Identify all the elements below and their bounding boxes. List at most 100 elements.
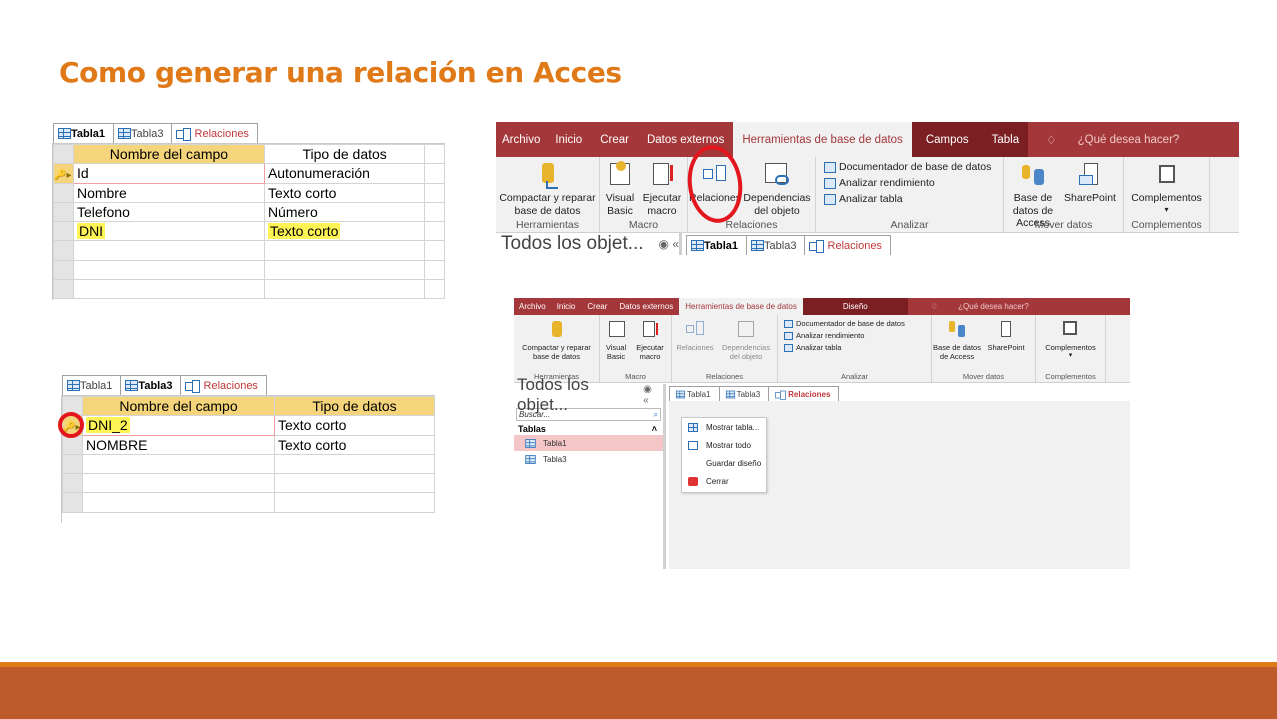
tab-relaciones[interactable]: Relaciones [180,375,267,395]
table-row[interactable]: Telefono Número [53,201,445,223]
group-macro: Visual Basic Ejecutar macro Macro [600,157,688,232]
field-name-cell[interactable]: DNI_2 [81,415,275,436]
relationships-icon [686,319,704,341]
tab-datos-externos[interactable]: Datos externos [613,298,679,315]
data-type-cell[interactable]: Número [263,201,426,223]
annotation-circle-key [58,412,84,438]
tab-herramientas[interactable]: Herramientas de base de datos [733,122,912,157]
documenter-button[interactable]: Documentador de base de datos [824,161,991,173]
analyze-performance-button[interactable]: Analizar rendimiento [784,331,864,340]
visual-basic-button[interactable]: Visual Basic [600,319,632,361]
tab-tabla1[interactable]: Tabla1 [62,375,122,395]
show-all-menu-item[interactable]: Mostrar todo [682,436,766,454]
table-row[interactable]: NOMBRE Texto corto [62,434,436,455]
tab-tabla1[interactable]: Tabla1 [686,235,748,255]
tab-diseno[interactable]: Diseño [802,298,908,315]
nav-item-tabla3[interactable]: Tabla3 [514,451,663,467]
analyze-performance-icon [784,331,793,340]
compact-repair-button[interactable]: Compactar y reparar base de datos [496,161,599,217]
lightbulb-icon: ♢ [930,302,941,311]
tab-archivo[interactable]: Archivo [496,122,546,157]
ribbon-tab-bar: Archivo Inicio Crear Datos externos Herr… [514,298,1130,315]
tab-tabla3[interactable]: Tabla3 [120,375,182,395]
documenter-button[interactable]: Documentador de base de datos [784,319,905,328]
object-dependencies-button[interactable]: Dependencias del objeto [718,319,774,361]
primary-key-icon: 🔑▸ [53,163,74,184]
compact-repair-button[interactable]: Compactar y reparar base de datos [514,319,599,361]
sharepoint-button[interactable]: SharePoint [982,319,1030,352]
close-menu-item[interactable]: Cerrar [682,472,766,490]
analyze-table-button[interactable]: Analizar tabla [824,193,903,205]
table-icon [67,380,80,391]
addins-button[interactable]: Complementos ▾ [1131,161,1202,214]
analyze-table-button[interactable]: Analizar tabla [784,343,841,352]
field-name-cell[interactable]: NOMBRE [81,434,275,455]
relationships-icon [176,128,192,141]
analyze-table-icon [824,193,836,205]
navigation-pane: Todos los objet... ◉ « Buscar... ⌕ Tabla… [514,375,666,569]
nav-item-tabla1[interactable]: Tabla1 [514,435,663,451]
data-type-cell[interactable]: Texto corto [263,221,426,242]
object-dependencies-button[interactable]: Dependencias del objeto [742,161,812,217]
tab-inicio[interactable]: Inicio [551,298,582,315]
save-layout-menu-item[interactable]: Guardar diseño [682,454,766,472]
show-table-menu-item[interactable]: Mostrar tabla... [682,418,766,436]
visual-basic-button[interactable]: Visual Basic [600,161,640,217]
field-name-cell[interactable]: DNI [72,221,265,242]
data-type-cell[interactable]: Autonumeración [263,163,426,184]
tab-inicio[interactable]: Inicio [546,122,591,157]
addins-icon [1061,319,1079,341]
tab-tabla3[interactable]: Tabla3 [113,123,173,143]
tab-crear[interactable]: Crear [591,122,638,157]
tell-me-box[interactable]: ♢ ¿Qué desea hacer? [908,298,1047,315]
run-macro-icon [641,319,659,341]
ribbon-screenshot-2: Archivo Inicio Crear Datos externos Herr… [514,298,1130,569]
tab-relaciones[interactable]: Relaciones [768,386,840,401]
run-macro-button[interactable]: Ejecutar macro [632,319,668,361]
access-database-button[interactable]: Base de datos de Access [932,319,982,361]
table-row[interactable]: 🔑▸ Id Autonumeración [53,163,445,184]
table-row[interactable]: Nombre Texto corto [53,182,445,203]
tab-tabla1[interactable]: Tabla1 [53,123,115,143]
tab-crear[interactable]: Crear [581,298,613,315]
tab-relaciones[interactable]: Relaciones [804,235,891,255]
field-name-cell[interactable]: Id [72,163,265,184]
documenter-icon [784,319,793,328]
tab-relaciones[interactable]: Relaciones [171,123,258,143]
tab-tabla[interactable]: Tabla [982,122,1029,157]
tab-archivo[interactable]: Archivo [514,298,551,315]
data-type-cell[interactable]: Texto corto [263,182,426,203]
object-tabs-panel1: Tabla1 Tabla3 Relaciones [53,121,445,143]
tell-me-box[interactable]: ♢ ¿Qué desea hacer? [1028,122,1197,157]
tab-tabla1[interactable]: Tabla1 [669,386,720,401]
group-herramientas: Compactar y reparar base de datos Herram… [514,315,600,382]
table-icon [125,380,139,391]
highlighted-field-name: DNI [76,223,106,240]
tab-tabla3[interactable]: Tabla3 [746,235,806,255]
relations-button[interactable]: Relaciones [672,319,718,352]
table-row[interactable]: DNI Texto corto [53,221,445,242]
table-icon [725,390,735,398]
analyze-performance-button[interactable]: Analizar rendimiento [824,177,935,189]
nav-section-tablas[interactable]: Tablas ˄ [514,421,663,435]
relationships-icon [185,380,201,393]
sharepoint-button[interactable]: SharePoint [1062,161,1118,205]
nav-pane-controls[interactable]: ◉ « [643,384,660,406]
field-name-cell[interactable]: Telefono [72,201,265,223]
data-type-cell[interactable]: Texto corto [273,415,436,436]
tab-herramientas[interactable]: Herramientas de base de datos [679,298,803,315]
table-row[interactable]: 🔑▸ DNI_2 Texto corto [62,415,436,436]
data-type-cell[interactable]: Texto corto [273,434,436,455]
tab-tabla3[interactable]: Tabla3 [718,386,770,401]
relationships-icon [809,240,825,253]
nav-pane-header: Todos los objet... ◉ « [514,375,663,414]
lightbulb-icon: ♢ [1046,134,1060,147]
tab-campos[interactable]: Campos [911,122,983,157]
run-macro-button[interactable]: Ejecutar macro [640,161,684,217]
header-data-type: Tipo de datos [273,395,436,417]
field-name-cell[interactable]: Nombre [72,182,265,203]
table-icon [525,438,536,448]
nav-pane-controls[interactable]: ◉ « [659,237,679,251]
footer-bar [0,662,1277,719]
addins-button[interactable]: Complementos ▾ [1045,319,1096,360]
